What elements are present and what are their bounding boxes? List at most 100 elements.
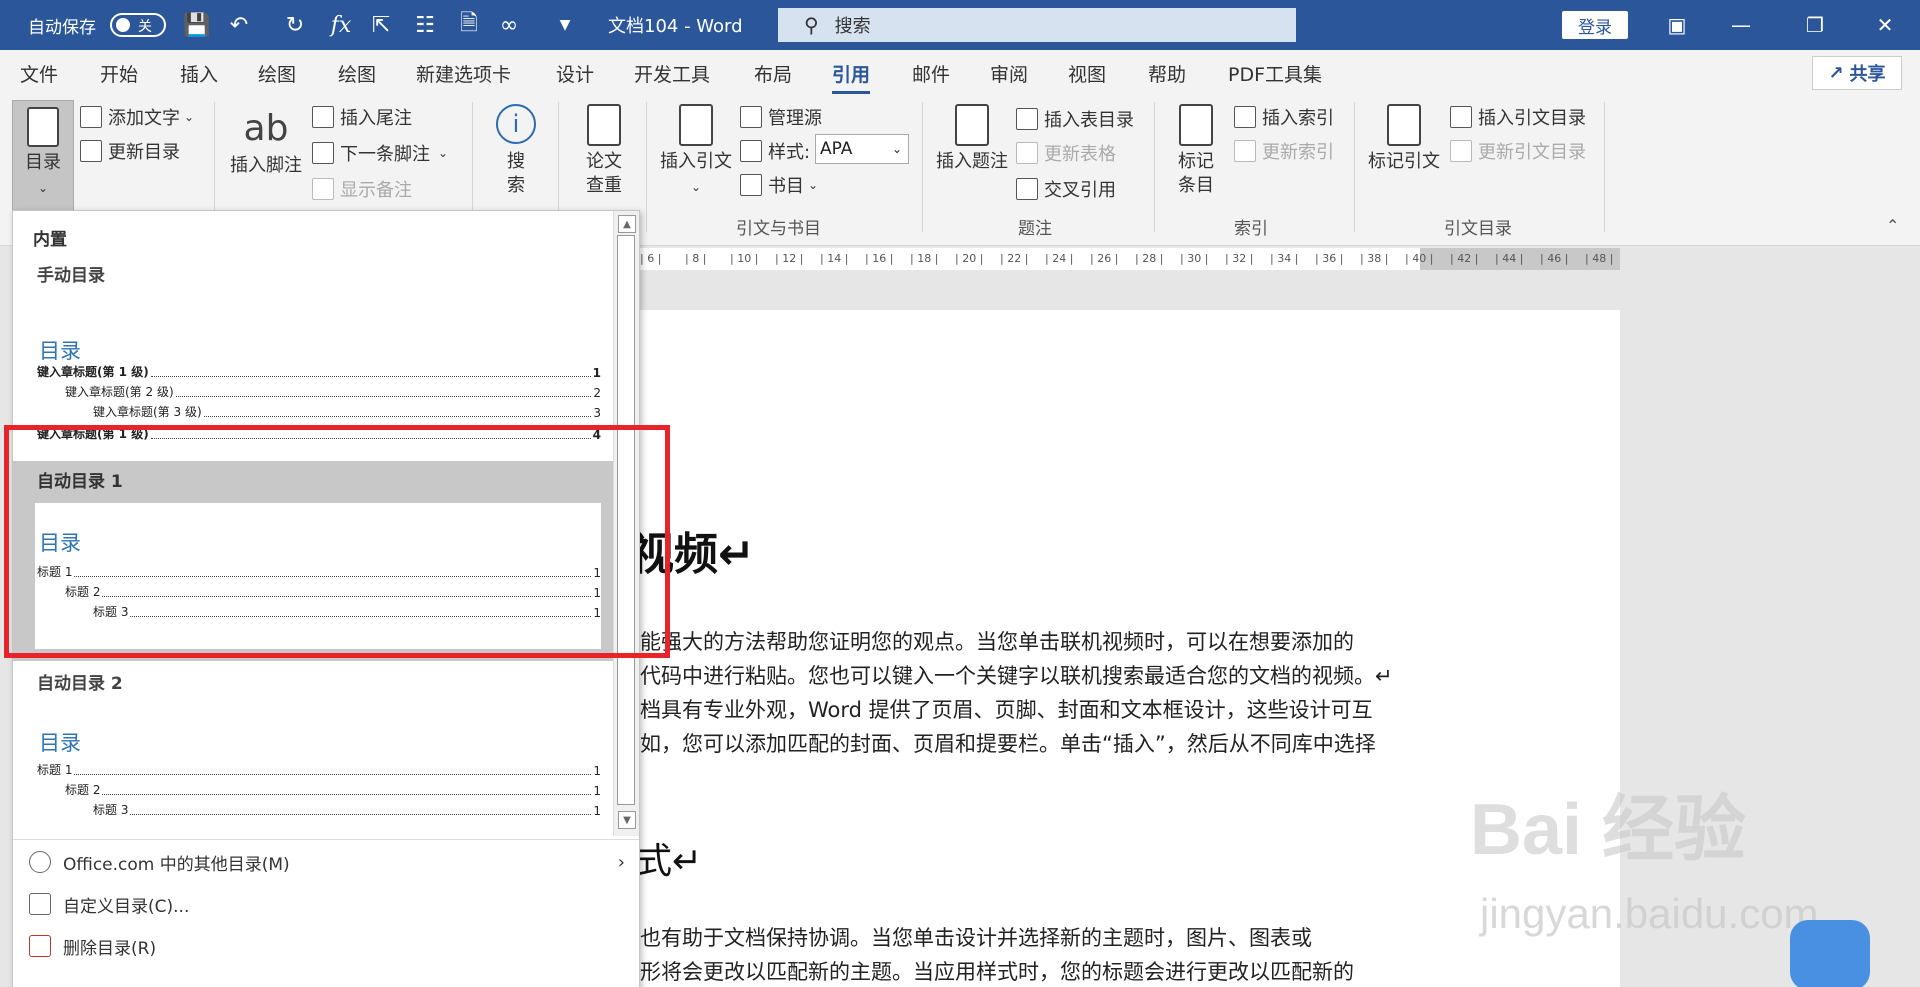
insert-citation-icon — [679, 104, 713, 146]
insert-toa-button[interactable]: 插入引文目录 — [1450, 104, 1586, 130]
toc-entry: 标题 31 — [93, 803, 601, 818]
close-icon[interactable]: ✕ — [1860, 0, 1910, 50]
ruler-tick: | 28 | — [1135, 252, 1164, 265]
bibliography-button[interactable]: 书目 ⌄ — [740, 172, 818, 198]
chevron-down-icon: ⌄ — [37, 181, 49, 195]
insert-index-button[interactable]: 插入索引 — [1234, 104, 1334, 130]
ruler-tick: | 18 | — [910, 252, 939, 265]
insert-footnote-label: 插入脚注 — [230, 155, 302, 176]
undo-icon[interactable]: ↶ — [224, 10, 254, 40]
tab-file[interactable]: 文件 — [20, 58, 58, 88]
add-text-button[interactable]: 添加文字 ⌄ — [80, 104, 194, 130]
tab-insert[interactable]: 插入 — [180, 58, 218, 88]
tab-pdf-tools[interactable]: PDF工具集 — [1228, 58, 1322, 88]
customize-qat-icon[interactable]: ▼ — [550, 10, 580, 40]
scroll-down-icon[interactable]: ▼ — [618, 811, 636, 829]
tab-help[interactable]: 帮助 — [1148, 58, 1186, 88]
update-toa-icon — [1450, 140, 1472, 162]
tab-layout[interactable]: 布局 — [754, 58, 792, 88]
custom-toc-item[interactable]: 自定义目录(C)... — [29, 887, 189, 921]
update-toc-button[interactable]: 更新目录 — [80, 138, 180, 164]
tab-developer[interactable]: 开发工具 — [634, 58, 710, 88]
ruler-tick: | 12 | — [775, 252, 804, 265]
autosave-label: 自动保存 — [28, 17, 96, 38]
select-icon[interactable]: ⇱ — [366, 10, 396, 40]
insert-footnote-button[interactable]: ab 插入脚注 — [228, 104, 304, 178]
login-button[interactable]: 登录 — [1562, 11, 1628, 39]
mark-citation-button[interactable]: 标记引文 — [1362, 104, 1446, 174]
tab-new[interactable]: 新建选项卡 — [416, 58, 511, 88]
update-toc-icon — [80, 140, 102, 162]
tab-view[interactable]: 视图 — [1068, 58, 1106, 88]
tab-design[interactable]: 设计 — [556, 58, 594, 88]
thesis-label-bottom: 查重 — [586, 175, 622, 196]
mark-citation-label: 标记引文 — [1368, 151, 1440, 172]
share-button[interactable]: ↗ 共享 — [1812, 56, 1902, 90]
manage-sources-button[interactable]: 管理源 — [740, 104, 822, 130]
remove-toc-item[interactable]: 删除目录(R) — [29, 929, 156, 963]
minimize-icon[interactable]: — — [1716, 0, 1766, 50]
style-select[interactable]: APA ⌄ — [815, 134, 909, 164]
autosave-state: 关 — [138, 19, 152, 35]
insert-caption-button[interactable]: 插入题注 — [934, 104, 1010, 174]
save-icon[interactable]: 💾 — [182, 10, 212, 40]
remove-document-icon — [29, 935, 51, 957]
insert-endnote-button[interactable]: 插入尾注 — [312, 104, 412, 130]
update-toa-button[interactable]: 更新引文目录 — [1450, 138, 1586, 164]
tab-mailings[interactable]: 邮件 — [912, 58, 950, 88]
cross-reference-label: 交叉引用 — [1044, 180, 1116, 201]
ruler-tick: | 6 | — [640, 252, 662, 265]
document-icon[interactable]: 🗎 — [454, 10, 484, 40]
group-label-toa: 引文目录 — [1444, 219, 1512, 239]
tab-home[interactable]: 开始 — [100, 58, 138, 88]
search-button[interactable]: i 搜 索 — [488, 104, 544, 198]
thesis-check-button[interactable]: 论文 查重 — [570, 104, 638, 198]
toc-button[interactable]: 目录 ⌄ — [12, 100, 74, 212]
tab-references[interactable]: 引用 — [832, 58, 871, 94]
document-icon — [29, 893, 51, 915]
insert-table-of-figures-button[interactable]: 插入表目录 — [1016, 106, 1134, 132]
collapse-ribbon-icon[interactable]: ⌃ — [1886, 216, 1899, 235]
ruler-tick: | 20 | — [955, 252, 984, 265]
more-office-toc-item[interactable]: Office.com 中的其他目录(M) › — [29, 845, 625, 879]
insert-toa-label: 插入引文目录 — [1478, 108, 1586, 129]
next-footnote-button[interactable]: 下一条脚注 ⌄ — [312, 140, 448, 166]
bibliography-label: 书目 — [768, 176, 804, 197]
formula-icon[interactable]: fx — [326, 10, 356, 40]
next-footnote-icon — [312, 142, 334, 164]
insert-toa-icon — [1450, 106, 1472, 128]
hierarchy-icon[interactable]: ☷ — [410, 10, 440, 40]
ribbon-display-icon[interactable]: ▣ — [1652, 0, 1702, 50]
chevron-down-icon: ⌄ — [808, 178, 819, 192]
tab-draw-2[interactable]: 绘图 — [338, 58, 376, 88]
update-table-button[interactable]: 更新表格 — [1016, 140, 1116, 166]
cross-reference-button[interactable]: 交叉引用 — [1016, 176, 1116, 202]
insert-index-label: 插入索引 — [1262, 108, 1334, 129]
custom-toc-label: 自定义目录(C)... — [63, 896, 190, 917]
style-icon — [740, 140, 762, 162]
feedback-bird-icon[interactable] — [1790, 920, 1870, 987]
tab-draw[interactable]: 绘图 — [258, 58, 296, 88]
toc-entry: 标题 21 — [65, 783, 601, 798]
insert-citation-button[interactable]: 插入引文 ⌄ — [654, 104, 738, 199]
search-box[interactable]: ⚲ 搜索 — [778, 8, 1296, 42]
ruler-tick: | 36 | — [1315, 252, 1344, 265]
cross-reference-icon — [1016, 178, 1038, 200]
show-notes-button[interactable]: 显示备注 — [312, 176, 412, 202]
tab-review[interactable]: 审阅 — [990, 58, 1028, 88]
auto-toc-2-option[interactable]: 自动目录 2 目录 标题 11 标题 21 标题 31 — [13, 661, 613, 831]
horizontal-ruler[interactable]: | 6 | | 8 | | 10 | | 12 | | 14 | | 16 | | 18 |… — [640, 248, 1620, 270]
scroll-up-icon[interactable]: ▲ — [618, 215, 636, 233]
link-icon[interactable]: ∞ — [494, 10, 524, 40]
update-index-button[interactable]: 更新索引 — [1234, 138, 1334, 164]
update-index-icon — [1234, 140, 1256, 162]
restore-icon[interactable]: ❐ — [1790, 0, 1840, 50]
search-icon: ⚲ — [804, 13, 819, 37]
redo-icon[interactable]: ↻ — [280, 10, 310, 40]
doc-paragraph-line: 能强大的方法帮助您证明您的观点。当您单击联机视频时，可以在想要添加的 — [640, 630, 1354, 654]
thesis-check-icon — [587, 104, 621, 146]
doc-paragraph-line: 也有助于文档保持协调。当您单击设计并选择新的主题时，图片、图表或 — [640, 926, 1312, 950]
update-table-label: 更新表格 — [1044, 144, 1116, 165]
autosave-toggle[interactable]: 关 — [110, 13, 166, 37]
mark-entry-button[interactable]: 标记 条目 — [1166, 104, 1226, 198]
